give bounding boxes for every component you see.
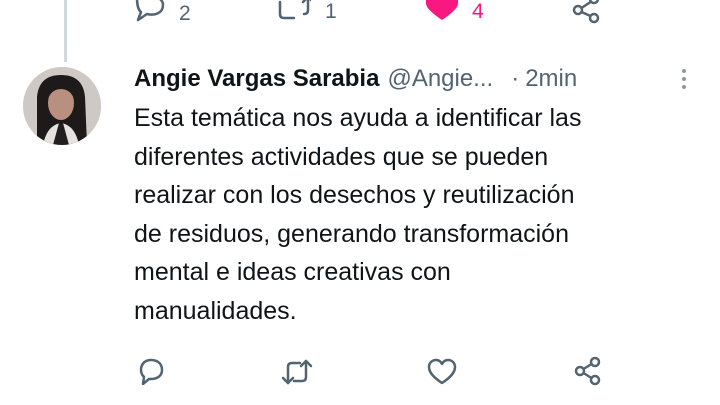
reply-icon: [135, 0, 165, 26]
share-icon: [573, 356, 603, 386]
retweet-button-top[interactable]: 1: [277, 0, 337, 22]
author-handle[interactable]: @Angie...: [387, 65, 493, 93]
heart-icon: [427, 358, 457, 386]
tweet-text: Esta temática nos ayuda a identificar la…: [134, 104, 582, 325]
header-separator: ·: [511, 65, 520, 92]
retweet-icon: [280, 358, 314, 386]
reply-button-top[interactable]: 2: [135, 0, 191, 26]
share-button-top[interactable]: [572, 0, 602, 24]
reply-button[interactable]: [137, 357, 165, 385]
like-count: 4: [472, 0, 484, 23]
more-vertical-icon: [681, 69, 687, 94]
reply-count: 2: [179, 1, 191, 25]
timestamp[interactable]: 2min: [525, 65, 577, 93]
reply-icon: [137, 357, 165, 385]
more-options-button[interactable]: [681, 68, 687, 90]
tweet-header: Angie Vargas Sarabia @Angie... · 2min: [134, 62, 577, 96]
retweet-count: 1: [325, 0, 337, 23]
share-icon: [572, 0, 602, 24]
avatar[interactable]: [23, 67, 101, 145]
author-name[interactable]: Angie Vargas Sarabia: [134, 65, 379, 93]
retweet-button[interactable]: [280, 358, 314, 386]
like-button[interactable]: [427, 358, 457, 386]
retweet-icon: [277, 0, 311, 22]
heart-icon: [426, 0, 458, 22]
thread-connector-line: [64, 0, 67, 62]
like-button-top[interactable]: 4: [426, 0, 484, 22]
share-button[interactable]: [573, 356, 603, 386]
